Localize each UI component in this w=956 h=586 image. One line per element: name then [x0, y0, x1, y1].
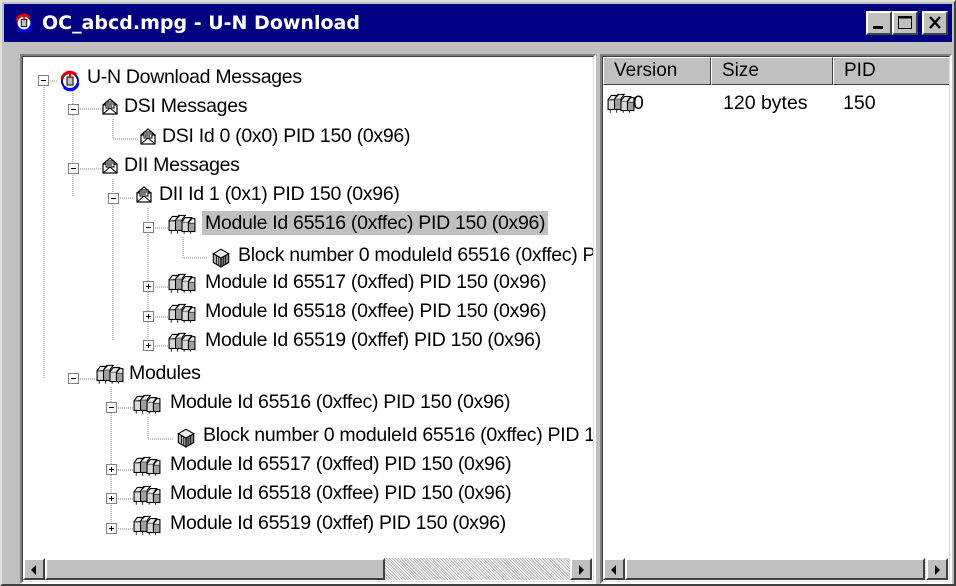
- scroll-right-button[interactable]: [570, 558, 592, 580]
- arrow-left-icon: [30, 565, 38, 575]
- dii-module-4-expander[interactable]: [143, 340, 154, 351]
- close-button[interactable]: [922, 11, 948, 35]
- module-blocks-icon: [96, 363, 124, 385]
- dii-module-1-expander[interactable]: [143, 222, 154, 233]
- dii-item-expander[interactable]: [108, 193, 119, 204]
- tree-modules-1-block-label[interactable]: Block number 0 moduleId 65516 (0xffec) P…: [203, 423, 593, 447]
- tree-root-label[interactable]: U-N Download Messages: [87, 65, 302, 89]
- tree-pane[interactable]: U-N Download Messages DSI Messages DSI I…: [20, 54, 596, 584]
- module-blocks-icon: [133, 455, 161, 477]
- column-header-pid[interactable]: PID: [833, 57, 949, 85]
- tree-modules-4-label[interactable]: Module Id 65519 (0xffef) PID 150 (0x96): [170, 511, 506, 535]
- dii-module-2-expander[interactable]: [143, 281, 154, 292]
- module-blocks-icon: [168, 213, 196, 235]
- column-header-size[interactable]: Size: [711, 57, 833, 85]
- dii-module-3-expander[interactable]: [143, 311, 154, 322]
- list-scroll-right-button[interactable]: [926, 558, 948, 580]
- module-blocks-icon: [133, 393, 161, 415]
- module-blocks-icon: [607, 92, 635, 114]
- list-scroll-left-button[interactable]: [603, 558, 625, 580]
- message-envelope-icon: [138, 127, 158, 147]
- dii-expander[interactable]: [68, 163, 79, 174]
- block-icon: [210, 246, 232, 268]
- arrow-left-icon: [610, 565, 618, 575]
- close-icon: [929, 16, 941, 29]
- tree-dsi-label[interactable]: DSI Messages: [124, 94, 248, 118]
- tree-modules-2-label[interactable]: Module Id 65517 (0xffed) PID 150 (0x96): [170, 452, 512, 476]
- tree-horizontal-scrollbar[interactable]: [23, 558, 592, 580]
- module-blocks-icon: [133, 514, 161, 536]
- dsi-expander[interactable]: [68, 104, 79, 115]
- scroll-left-button[interactable]: [23, 558, 45, 580]
- modules-1-expander[interactable]: [106, 402, 117, 413]
- block-icon: [175, 426, 197, 448]
- column-header-version[interactable]: Version: [603, 57, 711, 85]
- window-title: OC_abcd.mpg - U-N Download: [42, 12, 360, 34]
- minimize-button[interactable]: [866, 11, 892, 35]
- download-messages-icon: [58, 69, 82, 93]
- cell-version: 0: [633, 92, 644, 114]
- list-pane[interactable]: Version Size PID 0 120 bytes 150: [600, 54, 952, 584]
- cell-pid: 150: [843, 92, 876, 114]
- tree-modules-1-label[interactable]: Module Id 65516 (0xffec) PID 150 (0x96): [170, 390, 511, 414]
- tree-dii-label[interactable]: DII Messages: [124, 153, 240, 177]
- message-envelope-icon: [100, 97, 120, 117]
- list-scroll-thumb[interactable]: [625, 558, 925, 580]
- download-app-icon: [13, 12, 35, 34]
- tree-modules-3-label[interactable]: Module Id 65518 (0xffee) PID 150 (0x96): [170, 481, 512, 505]
- title-bar[interactable]: OC_abcd.mpg - U-N Download: [4, 4, 952, 42]
- tree-dii-module-1-block-label[interactable]: Block number 0 moduleId 65516 (0xffec) P…: [238, 243, 593, 267]
- module-blocks-icon: [168, 331, 196, 353]
- module-blocks-icon: [168, 302, 196, 324]
- modules-3-expander[interactable]: [106, 493, 117, 504]
- maximize-button[interactable]: [892, 11, 918, 35]
- tree-dii-module-2-label[interactable]: Module Id 65517 (0xffed) PID 150 (0x96): [205, 270, 547, 294]
- tree-view[interactable]: U-N Download Messages DSI Messages DSI I…: [22, 56, 594, 582]
- message-envelope-icon: [100, 156, 120, 176]
- module-blocks-icon: [133, 484, 161, 506]
- maximize-icon: [898, 16, 912, 29]
- modules-2-expander[interactable]: [106, 464, 117, 475]
- list-horizontal-scrollbar[interactable]: [603, 558, 948, 580]
- root-expander[interactable]: [38, 75, 49, 86]
- arrow-right-icon: [577, 565, 585, 575]
- modules-4-expander[interactable]: [106, 523, 117, 534]
- tree-modules-label[interactable]: Modules: [129, 361, 201, 385]
- list-view[interactable]: Version Size PID 0 120 bytes 150: [602, 56, 950, 582]
- arrow-right-icon: [933, 565, 941, 575]
- tree-dsi-item-label[interactable]: DSI Id 0 (0x0) PID 150 (0x96): [162, 124, 410, 148]
- tree-dii-module-4-label[interactable]: Module Id 65519 (0xffef) PID 150 (0x96): [205, 328, 541, 352]
- tree-dii-item-label[interactable]: DII Id 1 (0x1) PID 150 (0x96): [159, 182, 400, 206]
- minimize-icon: [873, 26, 883, 29]
- cell-size: 120 bytes: [723, 92, 808, 114]
- application-window: OC_abcd.mpg - U-N Download U-N Download …: [0, 0, 956, 586]
- module-blocks-icon: [168, 272, 196, 294]
- tree-dii-module-1-label[interactable]: Module Id 65516 (0xffec) PID 150 (0x96): [202, 211, 549, 235]
- modules-expander[interactable]: [68, 373, 79, 384]
- scroll-thumb[interactable]: [45, 558, 385, 580]
- message-envelope-icon: [134, 185, 154, 205]
- tree-dii-module-3-label[interactable]: Module Id 65518 (0xffee) PID 150 (0x96): [205, 299, 547, 323]
